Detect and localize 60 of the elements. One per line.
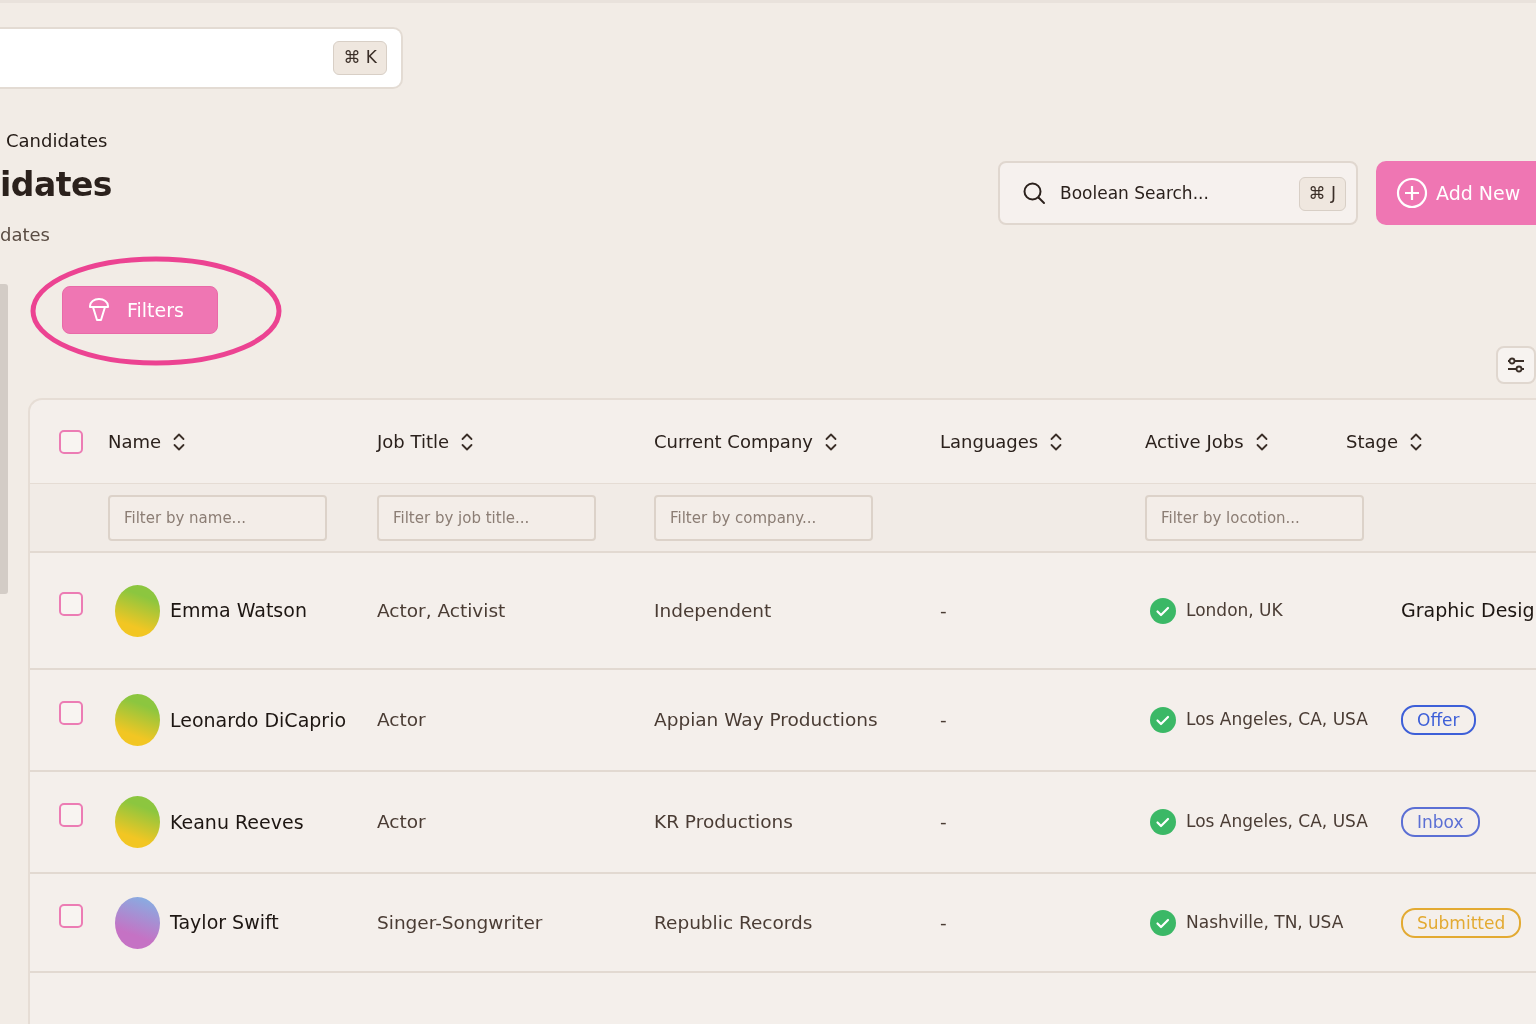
languages-cell-text: - xyxy=(940,810,948,835)
breadcrumb[interactable]: Candidates xyxy=(0,127,112,154)
row-checkbox[interactable] xyxy=(59,903,83,928)
sort-icon[interactable] xyxy=(1050,432,1063,451)
stage-tag: Submitted xyxy=(1401,907,1522,938)
languages-cell-text: - xyxy=(940,910,948,935)
filter-field[interactable]: Filter by company... xyxy=(654,494,873,541)
location-text: London, UK xyxy=(1186,598,1283,622)
job-title-cell-text: Actor xyxy=(377,708,427,733)
row-checkbox[interactable] xyxy=(59,701,83,725)
location-text: Los Angeles, CA, USA xyxy=(1186,810,1368,834)
candidate-name[interactable]: Keanu Reeves xyxy=(170,807,304,837)
settings-button[interactable] xyxy=(1496,346,1536,384)
location-text: Los Angeles, CA, USA xyxy=(1186,708,1368,732)
column-header[interactable]: Job Title xyxy=(377,428,450,455)
company-cell-text: Appian Way Productions xyxy=(654,708,879,733)
filter-field[interactable]: Filter by name... xyxy=(108,494,327,541)
shortcut-key: ⌘ J xyxy=(1298,177,1346,211)
languages-cell-text: - xyxy=(940,598,948,623)
sort-icon[interactable] xyxy=(824,432,837,451)
job-title-cell-text: Actor xyxy=(377,810,427,835)
column-header[interactable]: Active Jobs xyxy=(1145,428,1244,455)
column-header[interactable]: Stage xyxy=(1346,428,1398,455)
row-checkbox[interactable] xyxy=(59,803,83,827)
plus-circle-icon xyxy=(1396,177,1428,209)
sort-icon[interactable] xyxy=(173,432,186,451)
check-circle-icon xyxy=(1150,597,1176,624)
column-header[interactable]: Current Company xyxy=(654,428,813,455)
shortcut-key: ⌘ K xyxy=(333,41,387,75)
company-cell-text: Republic Records xyxy=(654,910,814,935)
sort-icon[interactable] xyxy=(1410,432,1422,451)
location-text: Nashville, TN, USA xyxy=(1186,910,1344,934)
check-circle-icon xyxy=(1150,707,1176,733)
stage-tag: Inbox xyxy=(1401,807,1480,837)
languages-cell-text: - xyxy=(940,708,948,733)
company-cell-text: KR Productions xyxy=(654,810,794,835)
row-checkbox[interactable] xyxy=(59,591,83,616)
stage-text: Graphic Desig xyxy=(1401,599,1535,622)
sort-icon[interactable] xyxy=(1255,432,1268,451)
check-circle-icon xyxy=(1150,909,1176,936)
candidate-name[interactable]: Emma Watson xyxy=(170,596,307,625)
stage-tag: Offer xyxy=(1401,705,1476,735)
check-circle-icon xyxy=(1150,809,1176,835)
page-title: idates xyxy=(0,168,112,201)
company-cell-text: Independent xyxy=(654,598,773,623)
filter-field[interactable]: Filter by job title... xyxy=(377,494,596,541)
filter-field[interactable]: Filter by locotion... xyxy=(1145,494,1364,541)
page-subtitle: dates xyxy=(0,223,51,247)
funnel-icon xyxy=(87,297,111,323)
job-title-cell-text: Actor, Activist xyxy=(377,598,507,623)
column-header[interactable]: Languages xyxy=(940,428,1039,455)
search-icon xyxy=(1022,181,1046,205)
candidate-name[interactable]: Leonardo DiCaprio xyxy=(170,705,347,735)
column-header[interactable]: Name xyxy=(108,428,162,455)
command-search-field[interactable]: ⌘ K xyxy=(0,27,403,89)
job-title-cell-text: Singer-Songwriter xyxy=(377,910,544,935)
select-all-checkbox[interactable] xyxy=(59,429,83,454)
sliders-icon xyxy=(1507,356,1525,374)
candidate-name[interactable]: Taylor Swift xyxy=(170,908,279,937)
sort-icon[interactable] xyxy=(461,432,474,451)
